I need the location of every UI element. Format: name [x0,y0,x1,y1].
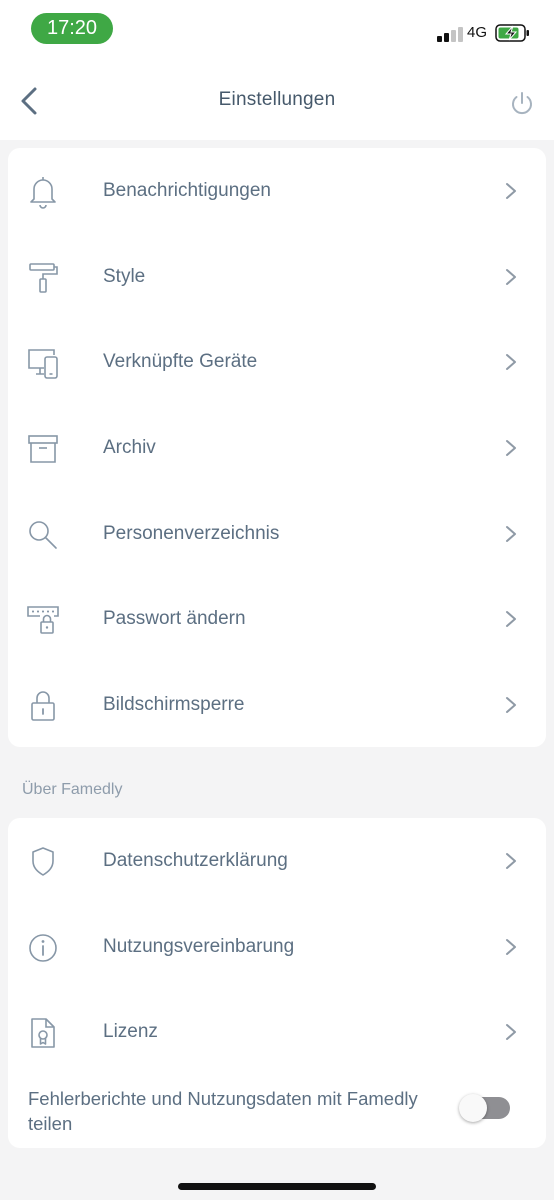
chevron-right-icon [501,851,521,871]
toggle-knob [459,1094,487,1122]
settings-item-archive[interactable]: Archiv [8,405,546,491]
share-data-setting: Fehlerberichte und Nutzungsdaten mit Fam… [8,1075,546,1148]
share-data-toggle[interactable] [459,1094,510,1122]
archive-icon [26,432,60,466]
lock-icon [26,689,60,723]
settings-list: Benachrichtigungen Style Verknüpfte Gerä… [8,148,546,747]
about-item-label: Nutzungsvereinbarung [103,935,295,957]
settings-item-change-password[interactable]: Passwort ändern [8,576,546,662]
chevron-right-icon [501,438,521,458]
status-bar: 17:20 4G [0,0,554,60]
settings-item-screen-lock[interactable]: Bildschirmsperre [8,662,546,748]
home-indicator[interactable] [178,1183,376,1190]
settings-item-label: Style [103,265,146,287]
chevron-right-icon [501,524,521,544]
password-lock-icon [26,603,60,637]
search-icon [26,518,60,552]
settings-item-style[interactable]: Style [8,234,546,320]
settings-item-devices[interactable]: Verknüpfte Geräte [8,319,546,405]
about-item-label: Datenschutzerklärung [103,850,288,871]
app-header: Einstellungen [0,60,554,140]
network-type: 4G [467,24,488,41]
about-list: Datenschutzerklärung Nutzungsvereinbarun… [8,818,546,1148]
settings-item-label: Personenverzeichnis [103,522,280,544]
logout-button[interactable] [508,90,536,118]
devices-icon [26,346,60,380]
settings-item-label: Verknüpfte Geräte [103,351,258,373]
about-item-privacy[interactable]: Datenschutzerklärung [8,818,546,904]
page-title: Einstellungen [218,89,336,110]
chevron-right-icon [501,181,521,201]
chevron-right-icon [501,937,521,957]
power-icon [512,92,532,115]
about-item-license[interactable]: Lizenz [8,989,546,1075]
settings-item-label: Benachrichtigungen [103,180,271,201]
paint-roller-icon [26,261,60,295]
shield-icon [26,845,60,879]
about-item-terms[interactable]: Nutzungsvereinbarung [8,904,546,990]
chevron-right-icon [501,1022,521,1042]
bell-icon [26,175,60,209]
settings-item-label: Bildschirmsperre [103,694,245,716]
chevron-right-icon [501,352,521,372]
battery-charging-icon [495,23,531,43]
settings-item-label: Passwort ändern [103,608,246,630]
chevron-right-icon [501,609,521,629]
status-time: 17:20 [31,13,113,44]
chevron-right-icon [501,695,521,715]
about-item-label: Lizenz [103,1021,158,1043]
section-label-about: Über Famedly [22,781,123,798]
settings-item-label: Archiv [103,437,156,459]
chevron-right-icon [501,267,521,287]
signal-icon [437,26,463,42]
info-icon [26,931,60,965]
share-data-label: Fehlerberichte und Nutzungsdaten mit Fam… [28,1088,418,1134]
license-icon [26,1016,60,1050]
settings-item-directory[interactable]: Personenverzeichnis [8,491,546,577]
settings-item-notifications[interactable]: Benachrichtigungen [8,148,546,234]
